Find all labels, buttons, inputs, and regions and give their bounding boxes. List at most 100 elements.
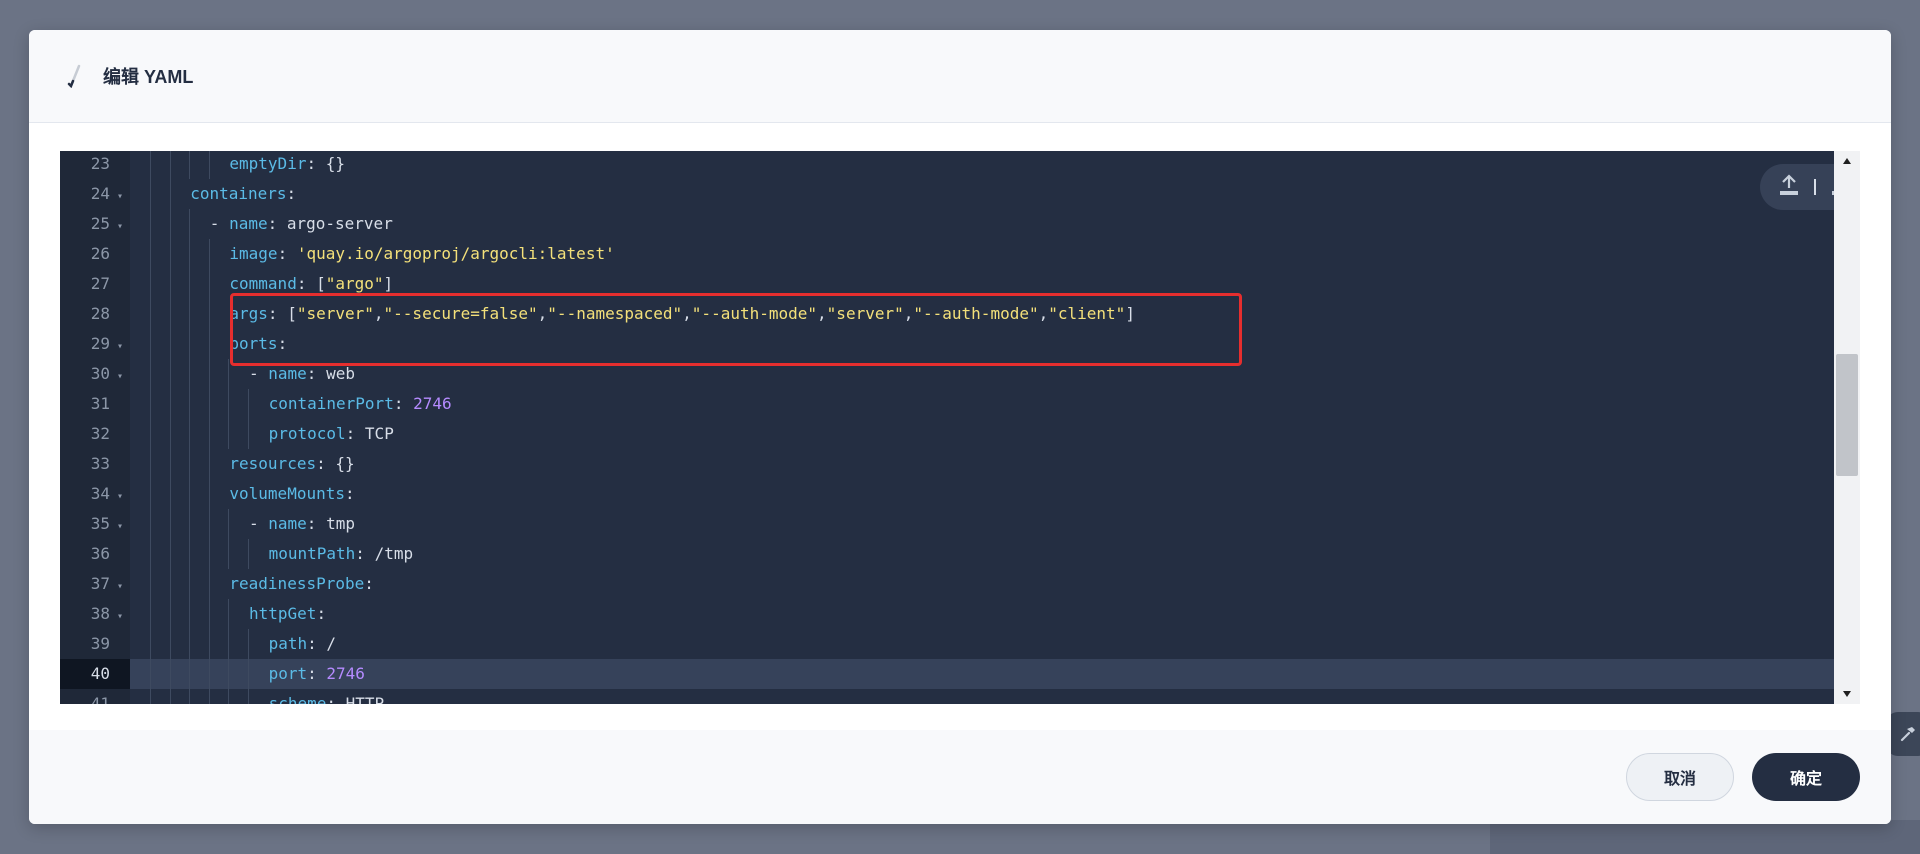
code-text: scheme: HTTP xyxy=(269,689,385,704)
indent-guide xyxy=(150,629,151,659)
scroll-up-arrow-icon[interactable] xyxy=(1834,151,1860,171)
yaml-key: protocol xyxy=(268,424,346,443)
indent-guide xyxy=(208,629,210,659)
yaml-key: containers xyxy=(190,184,287,203)
indent-guide xyxy=(189,329,191,359)
line-number: 23 xyxy=(60,151,130,179)
indent-guide xyxy=(169,389,171,419)
fold-arrow-icon[interactable]: ▾ xyxy=(110,572,130,602)
scroll-down-arrow-icon[interactable] xyxy=(1834,684,1860,704)
fold-arrow-icon[interactable]: ▾ xyxy=(110,362,130,392)
indent-guide xyxy=(169,151,171,179)
code-line[interactable]: 24 ▾ containers: xyxy=(60,179,1834,209)
indent-guide xyxy=(169,269,171,299)
fold-arrow-icon[interactable]: ▾ xyxy=(110,512,130,542)
indent-guide xyxy=(150,269,151,299)
indent-guide xyxy=(189,389,191,419)
indent-guide xyxy=(169,659,171,689)
line-number-text: 30 xyxy=(90,364,110,383)
line-number-text: 33 xyxy=(90,454,110,473)
fold-arrow-icon[interactable]: ▾ xyxy=(110,182,130,212)
line-number: 26 xyxy=(60,239,130,269)
indent-guide xyxy=(189,239,191,269)
indent-guide xyxy=(169,689,171,704)
line-number: 35 ▾ xyxy=(60,509,130,539)
toolbar-divider xyxy=(1814,179,1816,195)
line-number: 41 xyxy=(60,689,130,704)
yaml-punctuation: : xyxy=(277,244,297,263)
code-line[interactable]: 40 port: 2746 xyxy=(60,659,1834,689)
code-line[interactable]: 33 resources: {} xyxy=(60,449,1834,479)
code-line[interactable]: 31 containerPort: 2746 xyxy=(60,389,1834,419)
line-number: 24 ▾ xyxy=(60,179,130,209)
indent-guide xyxy=(150,659,151,689)
indent-guide xyxy=(208,449,210,479)
yaml-key: mountPath xyxy=(268,544,356,563)
confirm-button[interactable]: 确定 xyxy=(1752,753,1860,801)
code-line[interactable]: 37 ▾ readinessProbe: xyxy=(60,569,1834,599)
indent-guide xyxy=(189,449,191,479)
code-line[interactable]: 38 ▾ httpGet: xyxy=(60,599,1834,629)
indent-guide xyxy=(208,659,210,689)
indent-guide xyxy=(189,539,191,569)
fold-arrow-icon[interactable]: ▾ xyxy=(110,212,130,242)
yaml-punctuation: : [ xyxy=(296,274,326,293)
fold-arrow-icon[interactable]: ▾ xyxy=(110,482,130,512)
yaml-string: 'quay.io/argoproj/argocli:latest' xyxy=(296,244,615,263)
indent-guide xyxy=(248,629,249,659)
indent-guide xyxy=(208,419,210,449)
yaml-punctuation: : argo-server xyxy=(267,214,393,233)
page-backdrop-strip xyxy=(1490,820,1920,854)
fold-arrow-icon[interactable]: ▾ xyxy=(110,332,130,362)
line-number-text: 38 xyxy=(90,604,110,623)
code-line[interactable]: 36 mountPath: /tmp xyxy=(60,539,1834,569)
code-text: path: / xyxy=(269,629,336,659)
indent-guide xyxy=(189,151,191,179)
code-line[interactable]: 41 scheme: HTTP xyxy=(60,689,1834,704)
indent-guide xyxy=(189,209,191,239)
line-number-text: 40 xyxy=(90,664,110,683)
line-number-text: 34 xyxy=(90,484,110,503)
indent-guide xyxy=(189,509,191,539)
code-line[interactable]: 23 emptyDir: {} xyxy=(60,151,1834,179)
editor-scrollbar[interactable] xyxy=(1834,151,1860,704)
code-line[interactable]: 26 image: 'quay.io/argoproj/argocli:lates… xyxy=(60,239,1834,269)
yaml-key: scheme xyxy=(268,694,327,704)
line-number-text: 24 xyxy=(90,184,110,203)
code-line[interactable]: 35 ▾ - name: tmp xyxy=(60,509,1834,539)
yaml-punctuation: : xyxy=(307,664,327,683)
indent-guide xyxy=(189,629,191,659)
line-number-text: 36 xyxy=(90,544,110,563)
indent-guide xyxy=(189,479,191,509)
indent-guide xyxy=(208,599,210,629)
indent-guide xyxy=(150,449,151,479)
indent-guide xyxy=(228,509,230,539)
code-line[interactable]: 39 path: / xyxy=(60,629,1834,659)
indent-guide xyxy=(189,299,191,329)
code-line[interactable]: 25 ▾ - name: argo-server xyxy=(60,209,1834,239)
indent-guide xyxy=(208,269,210,299)
scrollbar-thumb[interactable] xyxy=(1836,354,1858,476)
code-line[interactable]: 34 ▾ volumeMounts: xyxy=(60,479,1834,509)
indent-guide xyxy=(228,689,230,704)
yaml-punctuation: : web xyxy=(306,364,355,383)
indent-guide xyxy=(169,569,171,599)
yaml-code-editor[interactable]: 23 emptyDir: {} 24 ▾ containers: 25 ▾ - name: a… xyxy=(60,151,1860,704)
indent-guide xyxy=(150,539,151,569)
indent-guide xyxy=(189,359,191,389)
indent-guide xyxy=(150,479,151,509)
indent-guide xyxy=(169,179,171,209)
fold-arrow-icon[interactable]: ▾ xyxy=(110,602,130,632)
code-line[interactable]: 32 protocol: TCP xyxy=(60,419,1834,449)
indent-guide xyxy=(150,209,151,239)
side-tool-button[interactable] xyxy=(1886,712,1920,756)
line-number-text: 25 xyxy=(90,214,110,233)
edit-yaml-dialog: 编辑 YAML 23 emptyDir: {} 24 ▾ containers: 25 ▾ -… xyxy=(29,30,1891,824)
upload-icon[interactable] xyxy=(1778,173,1800,201)
yaml-punctuation: : HTTP xyxy=(326,694,385,704)
cancel-button[interactable]: 取消 xyxy=(1626,753,1734,801)
dialog-header: 编辑 YAML xyxy=(29,30,1891,123)
code-text: volumeMounts: xyxy=(229,479,354,509)
yaml-number: 2746 xyxy=(413,394,452,413)
line-number-text: 35 xyxy=(90,514,110,533)
